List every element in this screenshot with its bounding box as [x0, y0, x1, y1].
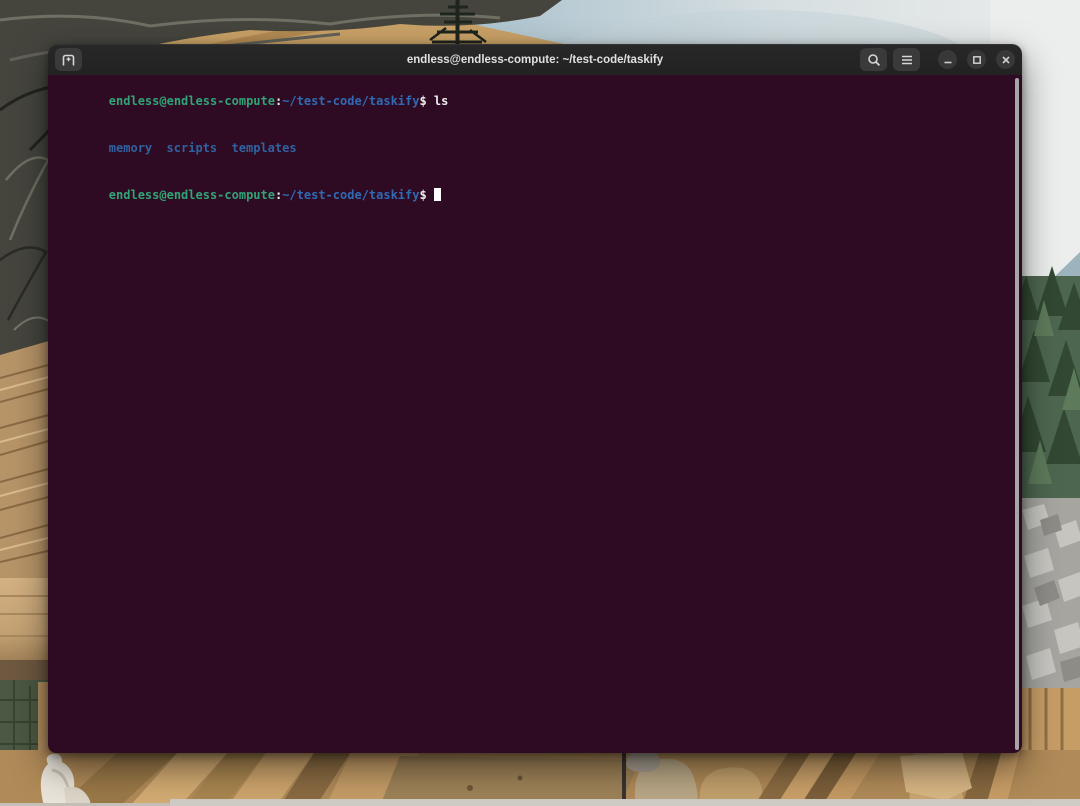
cwd-path: ~/test-code/taskify: [282, 94, 419, 108]
search-icon: [867, 53, 881, 67]
directory-entry: scripts: [167, 141, 218, 155]
titlebar-controls: [860, 48, 1015, 71]
maximize-icon: [972, 55, 982, 65]
search-button[interactable]: [860, 48, 887, 71]
terminal-body[interactable]: endless@endless-compute:~/test-code/task…: [48, 75, 1022, 753]
terminal-cursor: [434, 188, 441, 201]
minimize-button[interactable]: [938, 50, 957, 69]
menu-button[interactable]: [893, 48, 920, 71]
tab-new-icon: [61, 53, 76, 67]
terminal-window: endless@endless-compute: ~/test-code/tas…: [48, 44, 1022, 753]
titlebar[interactable]: endless@endless-compute: ~/test-code/tas…: [48, 44, 1022, 75]
desktop: endless@endless-compute: ~/test-code/tas…: [0, 0, 1080, 806]
cwd-path: ~/test-code/taskify: [282, 188, 419, 202]
directory-entry: memory: [109, 141, 152, 155]
close-button[interactable]: [996, 50, 1015, 69]
ls-output-line: memory scripts templates: [51, 125, 1012, 172]
prompt-symbol: $: [419, 94, 426, 108]
close-icon: [1001, 55, 1011, 65]
directory-entry: templates: [232, 141, 297, 155]
prompt-symbol: $: [419, 188, 426, 202]
prompt-line: endless@endless-compute:~/test-code/task…: [51, 78, 1012, 125]
new-tab-button[interactable]: [55, 48, 82, 71]
user-host: endless@endless-compute: [109, 94, 275, 108]
minimize-icon: [943, 55, 953, 65]
window-title: endless@endless-compute: ~/test-code/tas…: [407, 54, 663, 66]
terminal-scrollbar[interactable]: [1015, 78, 1019, 750]
user-host: endless@endless-compute: [109, 188, 275, 202]
maximize-button[interactable]: [967, 50, 986, 69]
hamburger-menu-icon: [900, 54, 914, 66]
window-control-buttons: [938, 50, 1015, 69]
prompt-line: endless@endless-compute:~/test-code/task…: [51, 172, 1012, 219]
command-text: ls: [434, 94, 448, 108]
